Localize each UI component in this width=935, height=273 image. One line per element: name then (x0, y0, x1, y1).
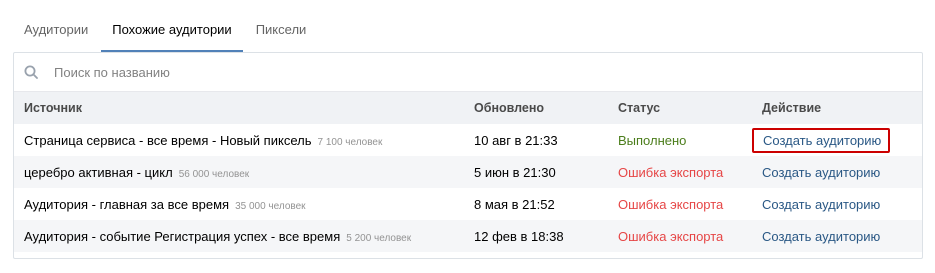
audiences-panel: Источник Обновлено Статус Действие Стран… (13, 52, 923, 259)
status-cell: Ошибка экспорта (618, 228, 724, 244)
audience-size: 56 000 человек (178, 168, 250, 180)
table-header: Источник Обновлено Статус Действие (14, 92, 922, 124)
source-name: Аудитория - событие Регистрация успех - … (24, 228, 341, 244)
source-name: Страница сервиса - все время - Новый пик… (24, 132, 312, 148)
source-cell: Страница сервиса - все время - Новый пик… (14, 133, 464, 148)
updated-cell: 8 мая в 21:52 (474, 196, 555, 212)
source-cell: Аудитория - событие Регистрация успех - … (14, 229, 464, 244)
audience-size: 7 100 человек (317, 136, 383, 148)
table-row: Аудитория - событие Регистрация успех - … (14, 220, 922, 252)
status-cell: Выполнено (618, 132, 687, 148)
source-cell: церебро активная - цикл 56 000 человек (14, 165, 464, 180)
table-row: Страница сервиса - все время - Новый пик… (14, 124, 922, 156)
create-audience-button[interactable]: Создать аудиторию (752, 127, 891, 153)
tab-lookalike-audiences[interactable]: Похожие аудитории (101, 12, 243, 52)
updated-cell: 10 авг в 21:33 (474, 132, 558, 148)
search-bar (14, 53, 922, 92)
action-cell: Создать аудиторию (752, 165, 922, 180)
source-name: Аудитория - главная за все время (24, 196, 230, 212)
search-icon (24, 65, 38, 79)
action-cell: Создать аудиторию (752, 127, 922, 153)
source-cell: Аудитория - главная за все время 35 000 ч… (14, 197, 464, 212)
updated-cell: 12 фев в 18:38 (474, 228, 564, 244)
source-name: церебро активная - цикл (24, 164, 173, 180)
status-cell: Ошибка экспорта (618, 164, 724, 180)
audience-size: 35 000 человек (235, 200, 306, 212)
audience-size: 5 200 человек (346, 232, 412, 244)
table-row: церебро активная - цикл 56 000 человек 5 … (14, 156, 922, 188)
tab-pixels[interactable]: Пиксели (245, 12, 318, 40)
header-status[interactable]: Статус (608, 101, 752, 115)
create-audience-button[interactable]: Создать аудиторию (762, 197, 880, 212)
tab-bar: Аудитории Похожие аудитории Пиксели (13, 12, 319, 52)
search-input[interactable] (52, 63, 856, 81)
create-audience-button[interactable]: Создать аудиторию (762, 165, 880, 180)
create-audience-button[interactable]: Создать аудиторию (762, 229, 880, 244)
header-updated[interactable]: Обновлено (464, 101, 608, 115)
header-source[interactable]: Источник (14, 101, 464, 115)
table-row: Аудитория - главная за все время 35 000 ч… (14, 188, 922, 220)
header-action: Действие (762, 101, 822, 115)
action-cell: Создать аудиторию (752, 197, 922, 212)
tab-audiences[interactable]: Аудитории (13, 12, 99, 40)
action-cell: Создать аудиторию (752, 229, 922, 244)
updated-cell: 5 июн в 21:30 (474, 164, 556, 180)
status-cell: Ошибка экспорта (618, 196, 724, 212)
